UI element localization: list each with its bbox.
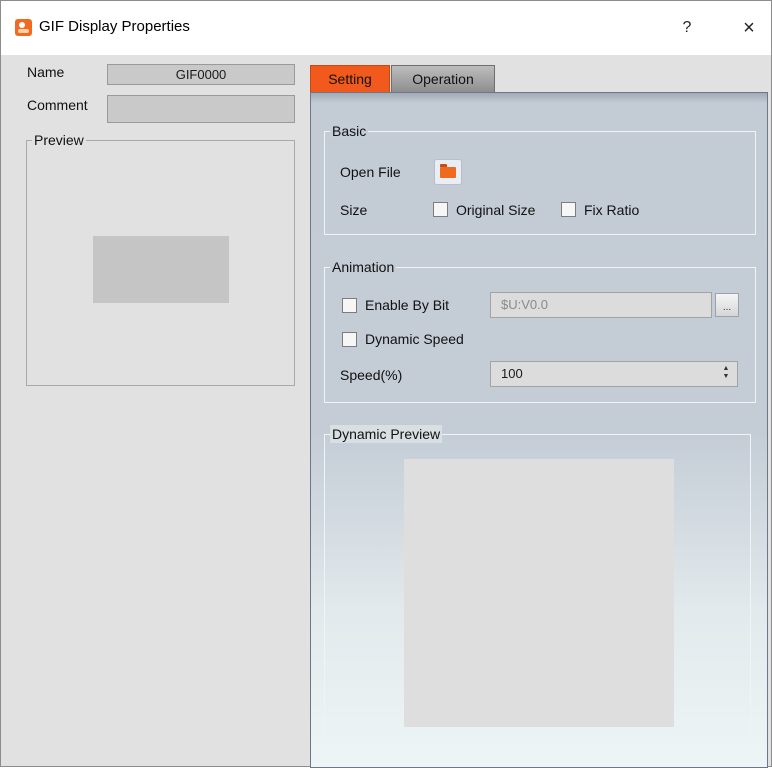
basic-group: Basic Open File Size Original Size Fix R… <box>324 122 756 235</box>
bit-address-field[interactable]: $U:V0.0 <box>490 292 712 318</box>
tab-operation[interactable]: Operation <box>391 65 495 92</box>
title-bar: GIF Display Properties ? × <box>1 1 771 55</box>
enable-by-bit-label: Enable By Bit <box>365 297 450 313</box>
gif-display-properties-dialog: GIF Display Properties ? × Name GIF0000 … <box>0 0 772 768</box>
preview-group: Preview <box>26 131 295 386</box>
original-size-checkbox[interactable] <box>433 202 448 217</box>
original-size-label: Original Size <box>456 202 536 218</box>
folder-icon <box>440 164 456 178</box>
animation-group: Animation Enable By Bit $U:V0.0 ... Dyna… <box>324 258 756 403</box>
speed-value: 100 <box>501 366 523 381</box>
fix-ratio-label: Fix Ratio <box>584 202 640 218</box>
comment-label: Comment <box>27 97 88 113</box>
dynamic-preview-group: Dynamic Preview <box>324 425 751 743</box>
close-button[interactable]: × <box>731 13 767 43</box>
browse-address-button[interactable]: ... <box>715 293 739 317</box>
animation-title: Animation <box>330 258 397 276</box>
dynamic-speed-checkbox[interactable] <box>342 332 357 347</box>
dynamic-speed-label: Dynamic Speed <box>365 331 464 347</box>
basic-title: Basic <box>330 122 369 140</box>
open-file-label: Open File <box>340 164 401 180</box>
enable-by-bit-checkbox[interactable] <box>342 298 357 313</box>
name-label: Name <box>27 64 65 80</box>
preview-title: Preview <box>32 131 86 149</box>
speed-spinner[interactable]: 100 ▲ ▼ <box>490 361 738 387</box>
dynamic-preview-canvas <box>404 459 674 727</box>
spinner-arrows-icon[interactable]: ▲ ▼ <box>721 365 731 381</box>
preview-image <box>93 236 229 303</box>
setting-panel: Basic Open File Size Original Size Fix R… <box>310 92 768 768</box>
window-title: GIF Display Properties <box>39 18 190 35</box>
tab-setting[interactable]: Setting <box>310 65 390 92</box>
size-label: Size <box>340 202 368 218</box>
comment-field[interactable] <box>107 95 295 123</box>
dynamic-preview-title: Dynamic Preview <box>330 425 443 443</box>
name-field[interactable]: GIF0000 <box>107 64 295 85</box>
fix-ratio-checkbox[interactable] <box>561 202 576 217</box>
help-button[interactable]: ? <box>669 13 705 43</box>
open-file-button[interactable] <box>434 159 462 185</box>
app-icon <box>15 19 32 36</box>
speed-label: Speed(%) <box>340 367 403 383</box>
